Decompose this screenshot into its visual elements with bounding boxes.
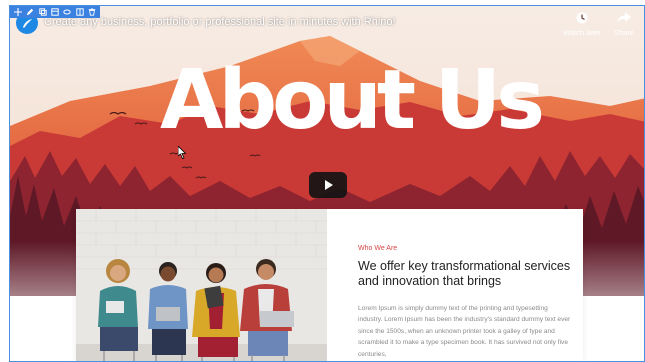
video-frame[interactable]: Create any business, portfolio or profes…: [9, 5, 645, 362]
mouse-cursor-icon: [178, 146, 187, 159]
section-eyebrow: Who We Are: [358, 245, 398, 252]
block-edit-toolbar: [10, 6, 100, 18]
delete-icon[interactable]: [88, 7, 97, 17]
about-text-block: Who We Are We offer key transformational…: [358, 245, 572, 360]
section-body-text: Lorem Ipsum is simply dummy text of the …: [358, 305, 571, 358]
section-heading: We offer key transformational services a…: [358, 259, 571, 288]
share-arrow-icon: [617, 12, 631, 23]
play-button[interactable]: [309, 172, 347, 198]
play-icon: [325, 180, 333, 190]
share-button[interactable]: Share: [602, 12, 644, 37]
duplicate-icon[interactable]: [38, 7, 47, 17]
move-icon[interactable]: [13, 7, 22, 17]
layout-icon[interactable]: [50, 7, 59, 17]
about-card: Who We Are We offer key transformational…: [76, 209, 583, 361]
watch-later-button[interactable]: Watch later: [560, 12, 604, 37]
share-label: Share: [613, 28, 634, 37]
edit-icon[interactable]: [25, 7, 34, 17]
columns-icon[interactable]: [75, 7, 84, 17]
hero-title: About Us: [160, 53, 545, 148]
watch-later-label: Watch later: [563, 28, 601, 37]
link-icon[interactable]: [63, 7, 72, 17]
team-photo: [76, 209, 327, 361]
clock-icon: [576, 12, 588, 24]
